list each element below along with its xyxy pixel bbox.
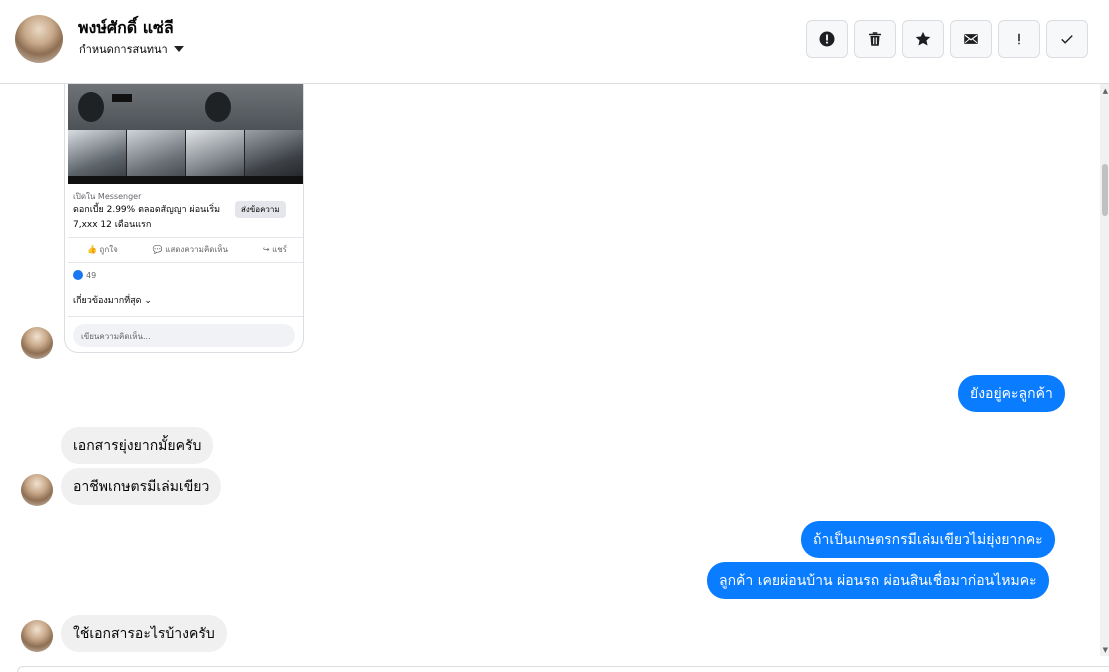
post-image-banner — [68, 176, 303, 184]
mark-done-button[interactable] — [1046, 20, 1088, 58]
conversation-settings-dropdown[interactable]: กำหนดการสนทนา — [79, 40, 184, 58]
comment-action[interactable]: 💬 แสดงความคิดเห็น — [153, 243, 228, 256]
contact-name[interactable]: พงษ์ศักดิ์ แซ่ลี — [78, 16, 174, 41]
important-button[interactable] — [998, 20, 1040, 58]
share-label: แชร์ — [272, 245, 287, 254]
send-message-button[interactable]: ส่งข้อความ — [235, 201, 286, 218]
sender-avatar — [21, 327, 53, 359]
message-bubble-incoming[interactable]: อาชีพเกษตรมีเล่มเขียว — [61, 468, 222, 505]
like-count[interactable]: 49 — [73, 270, 96, 280]
post-caption: ดอกเบี้ย 2.99% ตลอดสัญญา ผ่อนเริ่ม 7,xxx… — [73, 205, 221, 230]
scroll-down-arrow-icon[interactable]: ▼ — [1103, 646, 1108, 654]
message-thread[interactable]: เปิดใน Messenger ดอกเบี้ย 2.99% ตลอดสัญญ… — [0, 84, 1109, 672]
mail-button[interactable] — [950, 20, 992, 58]
sender-avatar — [21, 474, 53, 506]
post-action-row: 👍 ถูกใจ 💬 แสดงความคิดเห็น ↪ แชร์ — [87, 243, 287, 256]
message-bubble-incoming[interactable]: เอกสารยุ่งยากมั้ยครับ — [61, 427, 214, 464]
comment-label: แสดงความคิดเห็น — [165, 245, 228, 254]
comment-sort-label: เกี่ยวข้องมากที่สุด — [73, 296, 142, 306]
message-composer[interactable] — [17, 666, 1109, 672]
delete-button[interactable] — [854, 20, 896, 58]
message-bubble-outgoing[interactable]: ถ้าเป็นเกษตรกรมีเล่มเขียวไม่ยุ่งยากคะ — [801, 521, 1055, 558]
like-action[interactable]: 👍 ถูกใจ — [87, 243, 118, 256]
comment-input[interactable]: เขียนความคิดเห็น... — [73, 324, 295, 347]
conversation-settings-label: กำหนดการสนทนา — [79, 43, 168, 56]
trash-icon — [869, 32, 881, 46]
check-icon — [1061, 35, 1073, 44]
star-icon — [915, 31, 931, 46]
chevron-down-icon: ⌄ — [144, 296, 152, 306]
message-bubble-outgoing[interactable]: ลูกค้า เคยผ่อนบ้าน ผ่อนรถ ผ่อนสินเชื่อมา… — [707, 562, 1049, 599]
post-image — [68, 84, 303, 130]
header-toolbar — [806, 20, 1088, 58]
message-bubble-incoming[interactable]: ใช้เอกสารอะไรบ้างครับ — [61, 615, 227, 652]
open-in-messenger-label: เปิดใน Messenger — [73, 192, 142, 201]
star-button[interactable] — [902, 20, 944, 58]
like-reaction-icon — [73, 270, 83, 280]
sender-avatar — [21, 620, 53, 652]
shared-post-card[interactable]: เปิดใน Messenger ดอกเบี้ย 2.99% ตลอดสัญญ… — [64, 84, 304, 353]
caret-down-icon — [173, 46, 184, 52]
conversation-header: พงษ์ศักดิ์ แซ่ลี กำหนดการสนทนา — [0, 0, 1109, 84]
alert-button[interactable] — [806, 20, 848, 58]
like-count-value: 49 — [86, 270, 97, 280]
scrollbar-thumb[interactable] — [1102, 164, 1108, 216]
exclamation-icon — [1018, 33, 1020, 45]
alert-circle-icon — [819, 31, 835, 47]
comment-sort-dropdown[interactable]: เกี่ยวข้องมากที่สุด ⌄ — [73, 293, 152, 307]
message-bubble-outgoing[interactable]: ยังอยู่คะลูกค้า — [958, 375, 1065, 412]
scroll-up-arrow-icon[interactable]: ▲ — [1103, 87, 1108, 95]
contact-avatar[interactable] — [15, 15, 63, 63]
mail-icon — [964, 34, 978, 44]
like-label: ถูกใจ — [99, 245, 118, 254]
thread-scrollbar[interactable]: ▲ ▼ — [1100, 84, 1109, 656]
share-action[interactable]: ↪ แชร์ — [263, 243, 287, 256]
